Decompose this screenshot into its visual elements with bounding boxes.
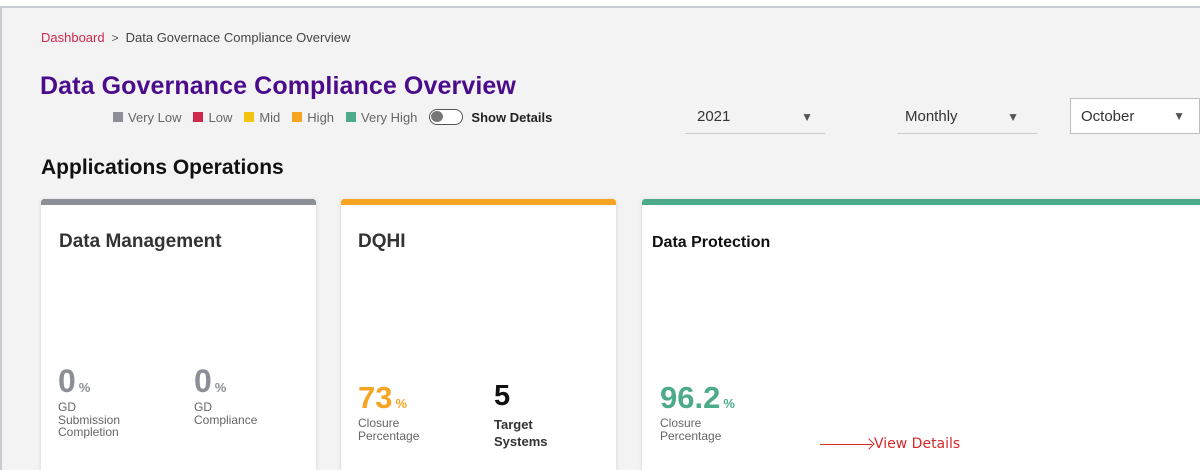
metric-value: 73: [358, 380, 393, 415]
metric-unit: %: [723, 396, 735, 411]
metric-value: 5: [494, 380, 511, 412]
metric-label: Target Systems: [494, 417, 547, 451]
window-top-border: [0, 0, 1200, 8]
breadcrumb-current: Data Governace Compliance Overview: [125, 30, 351, 45]
data-management-card[interactable]: Data Management 0% GD Submission Complet…: [41, 199, 316, 470]
legend-label-low: Low: [208, 109, 233, 125]
window-left-border: [0, 8, 2, 470]
metric-label: Closure Percentage: [358, 417, 419, 442]
legend-item-very-high: Very High: [346, 110, 417, 125]
view-details-label: View Details: [874, 436, 961, 452]
arrow-right-icon: [820, 443, 872, 445]
month-select-value: October: [1081, 107, 1135, 125]
metric-label-line: Compliance: [194, 412, 258, 427]
metric-label: GD Submission Completion: [58, 401, 120, 439]
metric-label-line: GD: [58, 400, 76, 414]
metric-label-line: Percentage: [358, 428, 420, 443]
gd-compliance-metric: 0% GD Compliance: [194, 365, 257, 426]
legend-label-high: High: [307, 109, 335, 125]
show-details-toggle[interactable]: [429, 109, 464, 125]
month-select[interactable]: October ▼: [1070, 98, 1200, 134]
card-status-bar: [41, 199, 316, 205]
metric-unit: %: [395, 396, 408, 411]
card-status-bar: [341, 199, 616, 205]
metric-label-line: GD: [194, 400, 212, 414]
chevron-down-icon: ▼: [801, 109, 813, 124]
year-select-value: 2021: [697, 108, 731, 125]
metric-label-line: Percentage: [660, 428, 722, 443]
section-title: Applications Operations: [41, 156, 284, 179]
card-status-bar: [642, 199, 1200, 205]
show-details-label: Show Details: [471, 109, 553, 125]
gd-submission-metric: 0% GD Submission Completion: [58, 365, 120, 439]
metric-unit: %: [214, 380, 227, 395]
legend-item-high: High: [292, 110, 334, 125]
legend-swatch-high: [292, 112, 303, 122]
breadcrumb: Dashboard > Data Governace Compliance Ov…: [41, 30, 350, 45]
closure-percentage-metric: 73% Closure Percentage: [358, 382, 419, 442]
year-select[interactable]: 2021 ▼: [685, 100, 825, 134]
data-protection-card[interactable]: Data Protection 96.2% Closure Percentage: [642, 199, 1200, 470]
legend-item-low: Low: [193, 110, 232, 125]
metric-unit: %: [78, 380, 91, 395]
period-select[interactable]: Monthly ▼: [897, 100, 1037, 134]
metric-label-line: Target: [494, 417, 533, 432]
card-title: Data Protection: [652, 234, 771, 251]
view-details-link[interactable]: View Details: [820, 436, 960, 452]
period-select-value: Monthly: [905, 108, 958, 125]
target-systems-metric: 5 Target Systems: [494, 382, 547, 451]
metric-label-line: Completion: [58, 425, 119, 440]
metric-value: 0: [194, 363, 212, 399]
metric-label-line: Systems: [494, 433, 548, 449]
chevron-down-icon: ▼: [1173, 109, 1185, 123]
closure-percentage-metric: 96.2% Closure Percentage: [660, 382, 735, 442]
card-title: DQHI: [358, 231, 406, 252]
card-title: Data Management: [59, 231, 222, 252]
metric-value: 96.2: [660, 380, 721, 415]
legend-label-very-high: Very High: [361, 109, 418, 125]
legend-swatch-very-low: [113, 112, 123, 122]
dqhi-card[interactable]: DQHI 73% Closure Percentage 5 Target Sys…: [341, 199, 616, 470]
legend-swatch-mid: [244, 112, 255, 122]
legend-swatch-very-high: [346, 112, 357, 122]
metric-label: GD Compliance: [194, 401, 257, 426]
metric-label-line: Closure: [660, 416, 702, 430]
legend-label-mid: Mid: [259, 109, 281, 125]
metric-value: 0: [58, 363, 76, 399]
metric-label: Closure Percentage: [660, 417, 735, 442]
legend-label-very-low: Very Low: [128, 109, 182, 125]
legend-swatch-low: [193, 112, 204, 122]
page-title: Data Governance Compliance Overview: [40, 72, 516, 100]
legend-item-mid: Mid: [244, 110, 280, 125]
chevron-down-icon: ▼: [1007, 109, 1019, 124]
breadcrumb-dashboard-link[interactable]: Dashboard: [41, 30, 105, 45]
breadcrumb-separator: >: [111, 30, 119, 45]
legend: Very Low Low Mid High Very High Show Det…: [113, 109, 552, 125]
legend-item-very-low: Very Low: [113, 110, 181, 125]
toggle-knob: [431, 111, 444, 122]
metric-label-line: Closure: [358, 416, 400, 430]
